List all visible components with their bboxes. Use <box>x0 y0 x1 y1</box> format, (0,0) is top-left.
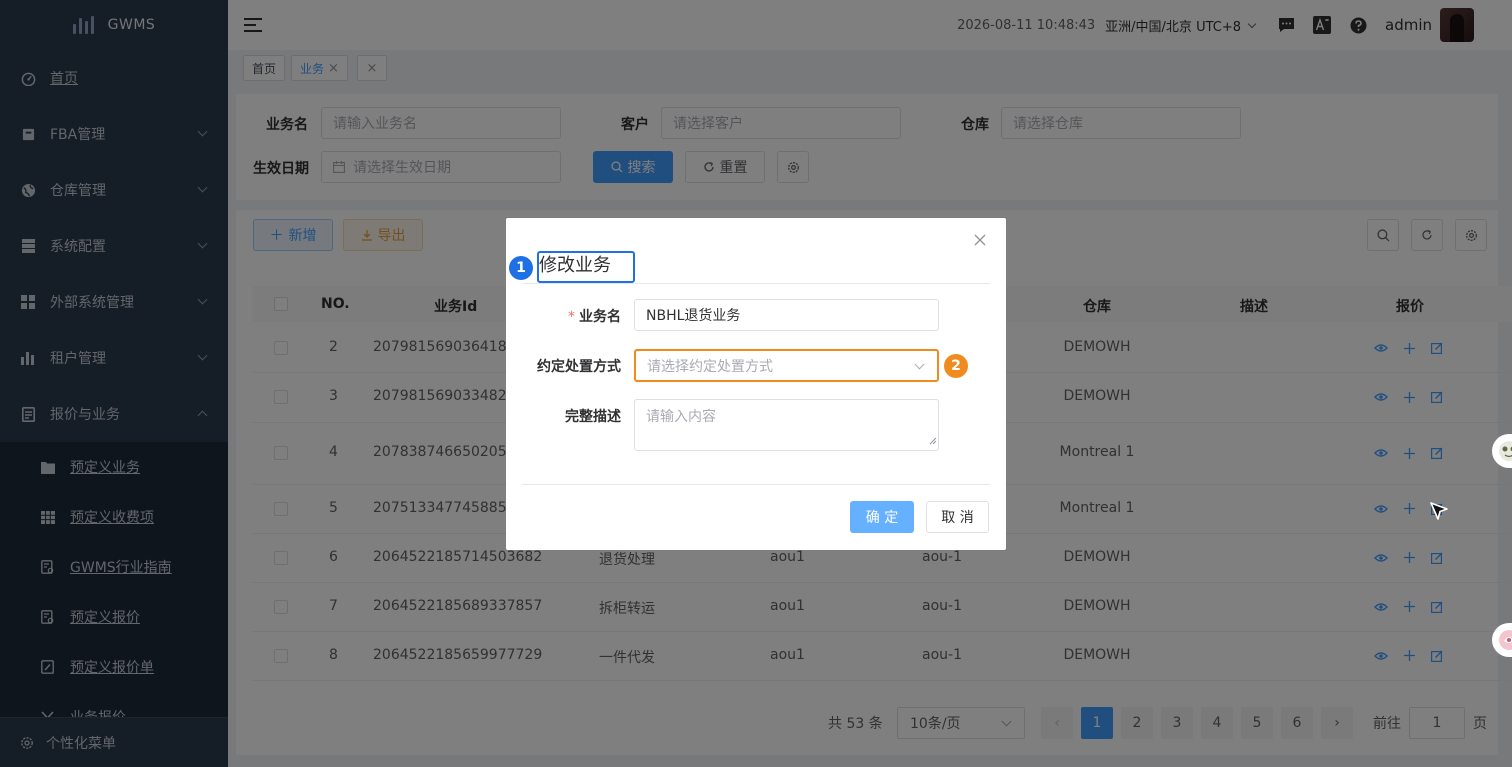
edit-business-dialog: 修改业务 1 * 业务名 NBHL退货业务 约定处置方式 请选择约定处置方式 2 … <box>506 218 1006 550</box>
required-asterisk: * <box>568 309 575 325</box>
disposal-method-select[interactable]: 请选择约定处置方式 <box>634 349 939 382</box>
mouse-cursor-icon <box>1428 500 1450 522</box>
close-icon[interactable] <box>974 234 988 248</box>
cancel-button[interactable]: 取 消 <box>926 501 989 533</box>
resize-handle-icon[interactable] <box>929 433 937 449</box>
disposal-label: 约定处置方式 <box>537 359 621 375</box>
description-textarea[interactable]: 请输入内容 <box>634 399 939 451</box>
annotation-marker-2: 2 <box>944 354 968 378</box>
name-label: * 业务名 <box>568 309 621 325</box>
description-label: 完整描述 <box>565 409 621 425</box>
dialog-footer-divider <box>522 484 990 485</box>
annotation-marker-1: 1 <box>509 256 533 280</box>
confirm-button[interactable]: 确 定 <box>850 501 914 533</box>
chevron-down-icon <box>914 359 925 370</box>
dialog-header-divider <box>522 283 990 284</box>
title-highlight-box <box>537 251 635 283</box>
business-name-input[interactable]: NBHL退货业务 <box>634 299 939 331</box>
